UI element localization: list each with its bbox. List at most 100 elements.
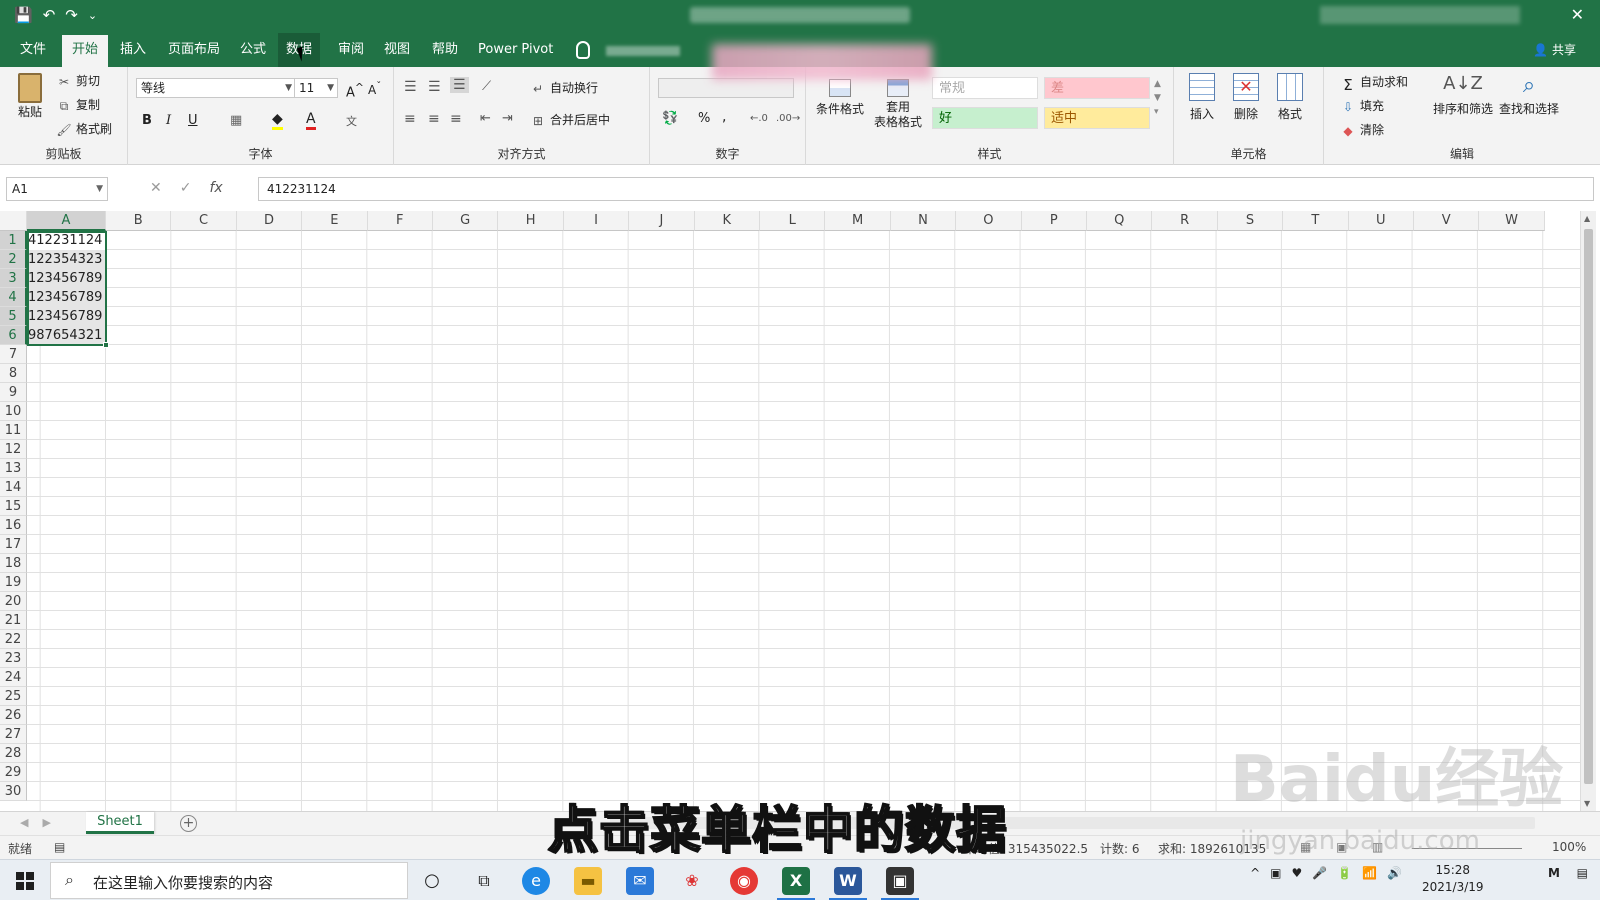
style-good[interactable]: 好 [932, 107, 1038, 129]
system-tray-icons[interactable]: ^▣♥🎤🔋📶🔊 [1250, 866, 1412, 880]
tab-review[interactable]: 审阅 [330, 33, 372, 67]
style-neutral[interactable]: 适中 [1044, 107, 1150, 129]
row-header-18[interactable]: 18 [0, 554, 27, 573]
row-header-6[interactable]: 6 [0, 326, 27, 345]
column-header-s[interactable]: S [1217, 211, 1284, 231]
row-header-13[interactable]: 13 [0, 459, 27, 478]
add-sheet-button[interactable]: + [180, 815, 197, 832]
taskbar-clock[interactable]: 15:28 2021/3/19 [1422, 862, 1484, 896]
tab-home[interactable]: 开始 [62, 33, 108, 67]
sheet-nav-arrows[interactable]: ◀▶ [20, 816, 65, 829]
scroll-down-icon[interactable]: ▼ [1584, 799, 1590, 808]
row-header-16[interactable]: 16 [0, 516, 27, 535]
lightbulb-icon[interactable] [576, 41, 590, 59]
conditional-format-button[interactable]: 条件格式 [812, 79, 868, 117]
row-header-8[interactable]: 8 [0, 364, 27, 383]
font-color-icon[interactable]: A [306, 111, 316, 130]
row-header-23[interactable]: 23 [0, 649, 27, 668]
tab-view[interactable]: 视图 [376, 33, 418, 67]
column-header-d[interactable]: D [236, 211, 303, 231]
tab-help[interactable]: 帮助 [424, 33, 466, 67]
row-header-12[interactable]: 12 [0, 440, 27, 459]
save-icon[interactable]: 💾 [14, 6, 33, 24]
tell-me-blurred[interactable] [606, 46, 680, 56]
copy-button[interactable]: ⧉ 复制 [56, 96, 100, 113]
format-painter-button[interactable]: 🖌 格式刷 [56, 120, 112, 137]
autosum-button[interactable]: Σ 自动求和 [1340, 73, 1408, 94]
row-header-15[interactable]: 15 [0, 497, 27, 516]
column-header-n[interactable]: N [890, 211, 957, 231]
align-bottom-icon[interactable]: ☰ [450, 77, 469, 93]
mail-icon[interactable]: ✉ [626, 867, 654, 895]
undo-icon[interactable]: ↶ [43, 6, 56, 24]
find-select-button[interactable]: ⌕ 查找和选择 [1496, 73, 1562, 117]
insert-function-icon[interactable]: fx [209, 180, 222, 196]
row-header-10[interactable]: 10 [0, 402, 27, 421]
tab-power-pivot[interactable]: Power Pivot [470, 33, 561, 67]
column-header-q[interactable]: Q [1087, 211, 1153, 231]
bold-button[interactable]: B [142, 113, 152, 128]
ime-icon[interactable]: M [1548, 866, 1560, 880]
worksheet-grid[interactable]: ABCDEFGHIJKLMNOPQRSTUVW 1 2 3 4 5 6 7 8 9 10 11 12 1… [0, 211, 1580, 811]
insert-cells-button[interactable]: 插入 [1182, 73, 1222, 122]
taskbar-search[interactable]: ⌕ 在这里输入你要搜索的内容 [50, 862, 408, 899]
decrease-font-icon[interactable]: Aˇ [368, 81, 381, 97]
share-button[interactable]: 👤 共享 [1533, 41, 1576, 58]
font-size-select[interactable]: 11 ▼ [294, 78, 338, 98]
column-header-t[interactable]: T [1283, 211, 1349, 231]
format-as-table-button[interactable]: 套用 表格格式 [868, 79, 928, 130]
enter-icon[interactable]: ✓ [180, 180, 210, 196]
tab-page-layout[interactable]: 页面布局 [160, 33, 228, 67]
column-header-u[interactable]: U [1348, 211, 1414, 231]
row-header-19[interactable]: 19 [0, 573, 27, 592]
row-header-25[interactable]: 25 [0, 687, 27, 706]
fill-button[interactable]: ⇩ 填充 [1340, 97, 1384, 114]
merge-center-button[interactable]: ⊞ 合并后居中 [530, 111, 610, 128]
column-header-r[interactable]: R [1152, 211, 1218, 231]
font-name-select[interactable]: 等线 ▼ [136, 78, 296, 98]
scroll-up-icon[interactable]: ▲ [1584, 214, 1590, 223]
column-header-h[interactable]: H [498, 211, 564, 231]
cancel-icon[interactable]: ✕ [150, 180, 180, 196]
row-header-27[interactable]: 27 [0, 725, 27, 744]
column-header-e[interactable]: E [302, 211, 368, 231]
column-header-b[interactable]: B [106, 211, 172, 231]
increase-decimal-icon[interactable]: ←.0 [750, 113, 768, 124]
macro-record-icon[interactable]: ▤ [54, 840, 65, 854]
column-header-o[interactable]: O [956, 211, 1022, 231]
cortana-icon[interactable]: ○ [418, 867, 446, 895]
row-header-2[interactable]: 2 [0, 250, 27, 269]
borders-icon[interactable]: ▦ [230, 113, 242, 128]
close-icon[interactable]: ✕ [1571, 5, 1584, 24]
orientation-icon[interactable]: ⟋ [482, 79, 491, 94]
align-center-icon[interactable]: ≡ [428, 111, 440, 127]
file-explorer-icon[interactable]: ▬ [574, 867, 602, 895]
increase-font-icon[interactable]: A^ [346, 81, 364, 100]
currency-icon[interactable]: 💱 [662, 111, 678, 126]
wrap-text-button[interactable]: ↵ 自动换行 [530, 79, 598, 96]
music-icon[interactable]: ◉ [730, 867, 758, 895]
align-left-icon[interactable]: ≡ [404, 111, 416, 127]
word-icon[interactable]: W [834, 867, 862, 895]
row-header-22[interactable]: 22 [0, 630, 27, 649]
tab-formulas[interactable]: 公式 [232, 33, 274, 67]
number-format-select-blurred[interactable] [658, 78, 794, 98]
comma-button[interactable]: , [722, 109, 726, 125]
row-header-20[interactable]: 20 [0, 592, 27, 611]
clear-button[interactable]: ◆ 清除 [1340, 121, 1384, 138]
column-header-m[interactable]: M [825, 211, 891, 231]
tab-file[interactable]: 文件 [12, 33, 54, 67]
scroll-thumb[interactable] [1584, 229, 1593, 784]
column-header-v[interactable]: V [1414, 211, 1480, 231]
windows-start-icon[interactable] [16, 872, 34, 890]
delete-cells-button[interactable]: ✕ 删除 [1226, 73, 1266, 122]
select-all-corner[interactable] [0, 211, 27, 231]
row-header-5[interactable]: 5 [0, 307, 27, 326]
format-cells-button[interactable]: 格式 [1270, 73, 1310, 122]
row-header-14[interactable]: 14 [0, 478, 27, 497]
row-header-30[interactable]: 30 [0, 782, 27, 801]
vertical-scrollbar[interactable]: ▲ ▼ [1580, 211, 1596, 811]
decrease-indent-icon[interactable]: ⇤ [480, 111, 491, 126]
row-header-4[interactable]: 4 [0, 288, 27, 307]
formula-input[interactable]: 412231124 [258, 177, 1594, 201]
